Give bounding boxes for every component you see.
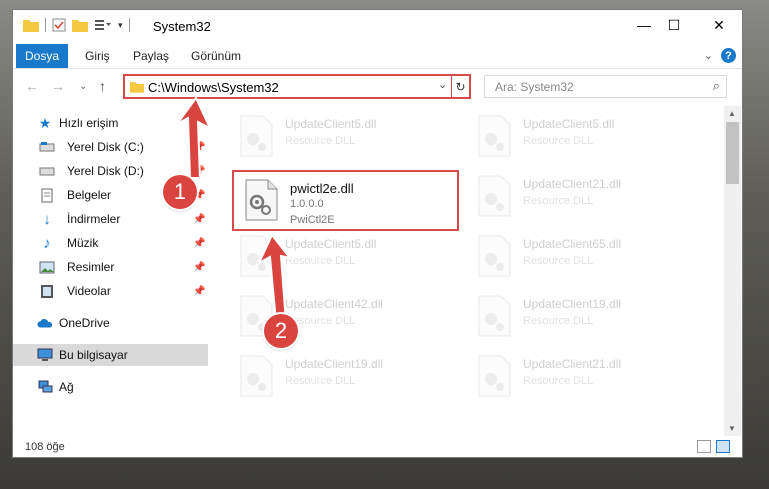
arrow-2 xyxy=(256,233,293,323)
callout-step-1: 1 xyxy=(163,175,197,209)
arrow-1 xyxy=(176,96,213,179)
callout-step-2: 2 xyxy=(264,314,298,348)
annotation-arrows xyxy=(176,96,293,323)
